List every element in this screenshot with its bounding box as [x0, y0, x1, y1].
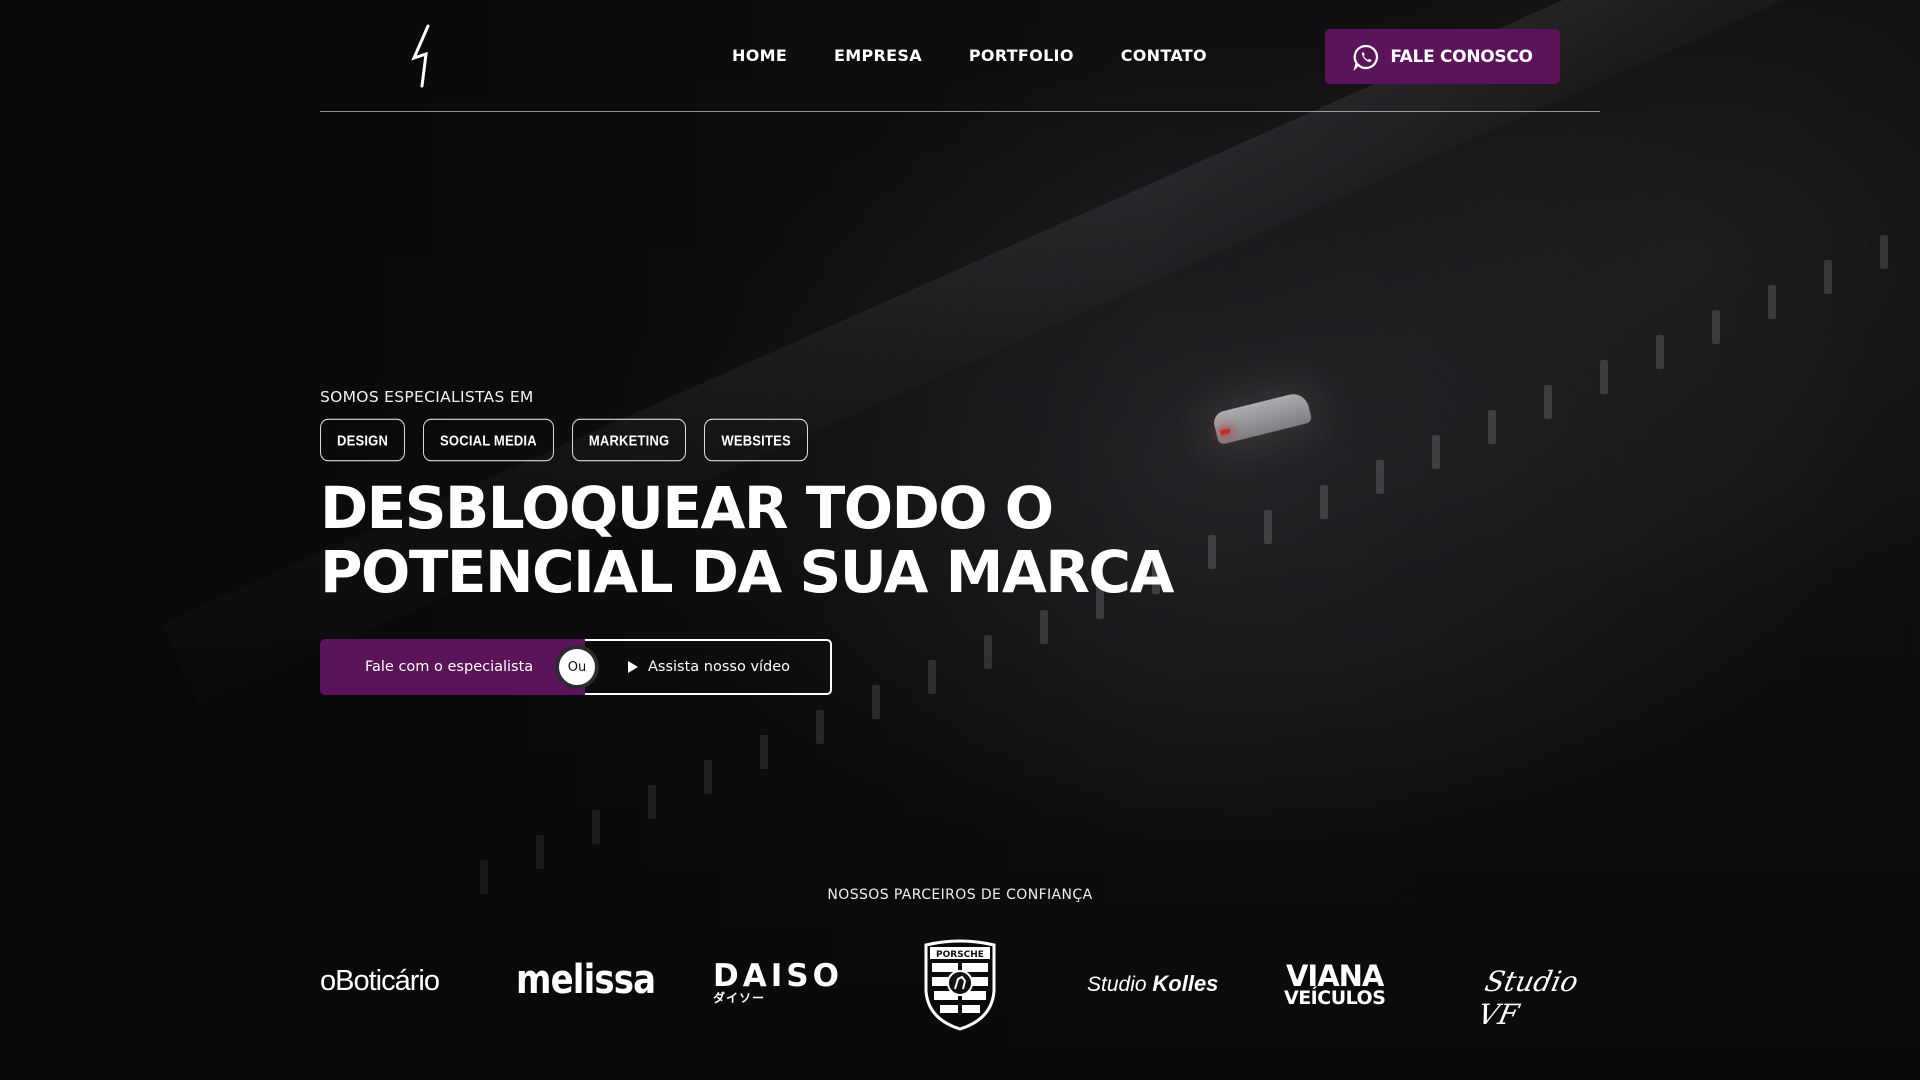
- kolles-name: Kolles: [1152, 971, 1219, 996]
- hero-headline: DESBLOQUEAR TODO O POTENCIAL DA SUA MARC…: [320, 476, 1320, 604]
- fale-conosco-button[interactable]: FALE CONOSCO: [1325, 29, 1560, 84]
- hero-section: SOMOS ESPECIALISTAS EM DESIGN SOCIAL MED…: [320, 388, 1320, 604]
- talk-to-specialist-label: Fale com o especialista: [365, 659, 534, 675]
- watch-video-button[interactable]: Assista nosso vídeo: [576, 639, 832, 695]
- main-nav: HOME EMPRESA PORTFOLIO CONTATO: [732, 46, 1207, 65]
- nav-item-portfolio[interactable]: PORTFOLIO: [969, 46, 1074, 65]
- partner-logo-daiso: DAISO ダイソー: [713, 958, 843, 1006]
- hero-headline-line2: POTENCIAL DA SUA MARCA: [320, 538, 1174, 606]
- or-badge: Ou: [555, 645, 599, 689]
- tag-marketing[interactable]: MARKETING: [571, 418, 687, 462]
- nav-item-empresa[interactable]: EMPRESA: [834, 46, 922, 65]
- specialty-tags: DESIGN SOCIAL MEDIA MARKETING WEBSITES: [320, 418, 1320, 462]
- fale-conosco-label: FALE CONOSCO: [1390, 46, 1533, 67]
- hero-headline-line1: DESBLOQUEAR TODO O: [320, 474, 1054, 542]
- nav-item-contato[interactable]: CONTATO: [1121, 46, 1207, 65]
- play-icon: [628, 661, 638, 673]
- partner-logo-boticario: oBoticário: [320, 965, 440, 997]
- kolles-studio: Studio: [1087, 973, 1147, 996]
- hero-buttons: Assista nosso vídeo Fale com o especiali…: [320, 639, 832, 695]
- nav-item-home[interactable]: HOME: [732, 46, 787, 65]
- site-header: HOME EMPRESA PORTFOLIO CONTATO FALE CONO…: [320, 0, 1600, 112]
- lightning-logo[interactable]: [406, 24, 446, 88]
- tag-design[interactable]: DESIGN: [320, 418, 406, 462]
- tag-social-media[interactable]: SOCIAL MEDIA: [423, 418, 554, 462]
- watch-video-label: Assista nosso vídeo: [648, 659, 791, 675]
- viana-line2: VEÍCULOS: [1284, 987, 1386, 1009]
- partner-logo-viana-veiculos: VIANA VEÍCULOS: [1284, 959, 1386, 1010]
- partner-logo-studio-vf: Studio VF: [1474, 965, 1582, 1031]
- tag-websites[interactable]: WEBSITES: [704, 418, 808, 462]
- whatsapp-icon: [1353, 44, 1379, 71]
- talk-to-specialist-button[interactable]: Fale com o especialista: [320, 639, 585, 695]
- partners-title: NOSSOS PARCEIROS DE CONFIANÇA: [827, 887, 1093, 903]
- partners-logos: oBoticário melissa DAISO ダイソー PORSCHE St…: [320, 935, 1600, 1035]
- hero-eyebrow: SOMOS ESPECIALISTAS EM: [320, 388, 534, 406]
- porsche-wordmark: PORSCHE: [936, 950, 984, 960]
- daiso-wordmark: DAISO: [713, 958, 843, 994]
- partner-logo-studio-kolles: Studio Kolles: [1087, 971, 1218, 997]
- partner-logo-melissa: melissa: [516, 957, 656, 1003]
- viana-line1: VIANA: [1285, 959, 1384, 993]
- partner-logo-porsche: PORSCHE: [924, 939, 996, 1031]
